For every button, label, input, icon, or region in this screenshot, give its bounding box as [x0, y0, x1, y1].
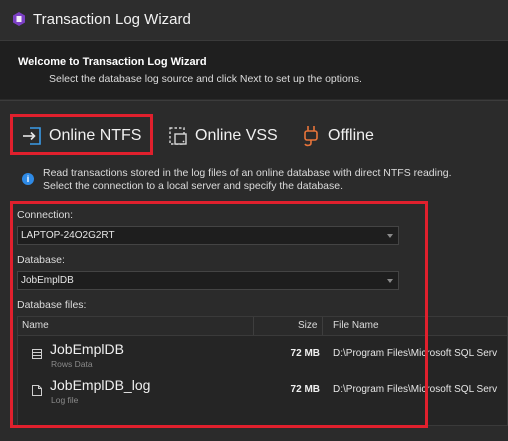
database-files-table[interactable]: Name Size File Name JobEmplDB Rows Data … [17, 316, 508, 426]
file-name: JobEmplDB_log [50, 377, 151, 393]
data-file-icon [32, 349, 42, 359]
header-title: Welcome to Transaction Log Wizard [18, 56, 207, 68]
title-bar: Transaction Log Wizard [0, 0, 508, 41]
file-size: 72 MB [290, 384, 320, 395]
file-name: JobEmplDB [50, 341, 124, 357]
database-value: JobEmplDB [21, 275, 74, 286]
column-header-size[interactable]: Size [298, 320, 317, 331]
header-subtitle: Select the database log source and click… [49, 73, 362, 85]
connection-select[interactable]: LAPTOP-24O2G2RT [17, 226, 399, 245]
info-icon: i [22, 173, 34, 185]
login-arrow-icon [23, 127, 41, 145]
database-select[interactable]: JobEmplDB [17, 271, 399, 290]
app-logo-icon [13, 12, 25, 26]
connection-label: Connection: [17, 209, 74, 221]
column-separator [253, 317, 254, 335]
mode-label: Online NTFS [49, 127, 142, 144]
mode-offline-button[interactable]: Offline [300, 115, 374, 157]
info-line: Select the connection to a local server … [43, 180, 344, 192]
mode-label: Online VSS [195, 127, 278, 144]
column-header-name[interactable]: Name [22, 320, 49, 331]
chevron-down-icon [387, 234, 393, 238]
file-path: D:\Program Files\Microsoft SQL Serv [333, 348, 498, 359]
file-path: D:\Program Files\Microsoft SQL Serv [333, 384, 498, 395]
info-line: Read transactions stored in the log file… [43, 167, 452, 179]
disk-snapshot-icon [169, 127, 187, 145]
wizard-header: Welcome to Transaction Log Wizard Select… [0, 41, 508, 99]
connection-value: LAPTOP-24O2G2RT [21, 230, 115, 241]
table-row[interactable]: JobEmplDB Rows Data 72 MB D:\Program Fil… [18, 340, 507, 370]
info-description: Read transactions stored in the log file… [43, 167, 452, 193]
mode-online-ntfs-button[interactable]: Online NTFS [12, 115, 153, 157]
plug-icon [304, 126, 318, 147]
chevron-down-icon [387, 279, 393, 283]
file-type: Log file [51, 395, 79, 405]
log-file-icon [32, 385, 42, 396]
window-title: Transaction Log Wizard [33, 11, 191, 28]
table-row[interactable]: JobEmplDB_log Log file 72 MB D:\Program … [18, 376, 507, 406]
file-size: 72 MB [290, 348, 320, 359]
table-header: Name Size File Name [18, 317, 507, 336]
mode-label: Offline [328, 127, 374, 144]
divider [0, 100, 508, 101]
column-separator [322, 317, 323, 335]
database-files-label: Database files: [17, 299, 87, 311]
mode-online-vss-button[interactable]: Online VSS [167, 115, 278, 157]
database-label: Database: [17, 254, 65, 266]
column-header-file-name[interactable]: File Name [333, 320, 379, 331]
file-type: Rows Data [51, 359, 93, 369]
